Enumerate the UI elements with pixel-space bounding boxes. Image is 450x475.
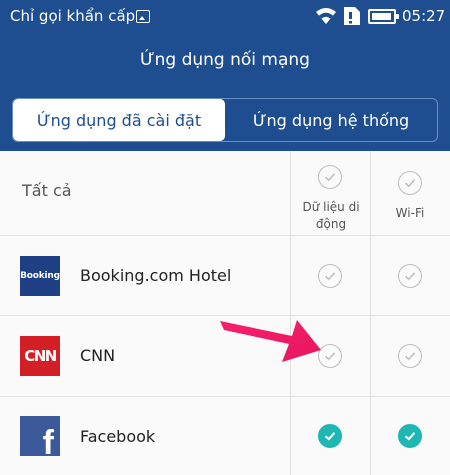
booking-app-icon: Booking [20,256,60,296]
image-notification-icon [136,10,150,23]
mobile-data-column-header: Dữ liệu di động [296,199,366,233]
battery-icon [368,9,399,24]
check-icon [324,352,336,361]
check-icon [404,272,416,281]
facebook-app-icon: f [20,416,60,456]
tab-system-apps[interactable]: Ứng dụng hệ thống [225,99,437,141]
facebook-logo-letter: f [42,424,54,456]
app-row-cnn: CNN CNN [0,316,450,397]
check-icon [324,432,336,441]
app-name: CNN [80,346,116,365]
check-icon [324,173,336,182]
wifi-column-header: Wi-Fi [395,206,425,220]
cnn-wifi-checkbox[interactable] [398,344,422,368]
cnn-app-icon: CNN [20,336,60,376]
tab-installed-apps[interactable]: Ứng dụng đã cài đặt [13,99,225,141]
app-permission-list: Tất cả Dữ liệu di động Wi-Fi Booking Boo… [0,151,450,475]
check-icon [404,179,416,188]
app-row-booking: Booking Booking.com Hotel [0,236,450,316]
wifi-signal-icon [316,8,336,24]
facebook-wifi-checkbox[interactable] [398,424,422,448]
check-icon [404,432,416,441]
page-title: Ứng dụng nối mạng [140,50,310,70]
facebook-mobile-data-checkbox[interactable] [318,424,342,448]
status-time: 05:27 [402,7,446,25]
app-header: Chỉ gọi khẩn cấp 05:27 Ứng dụng nối mạng… [0,0,450,151]
header-row: Tất cả Dữ liệu di động Wi-Fi [0,151,450,236]
mobile-data-caption-line1: Dữ liệu di [302,200,360,214]
booking-wifi-checkbox[interactable] [398,264,422,288]
carrier-text: Chỉ gọi khẩn cấp [10,7,136,25]
status-bar: Chỉ gọi khẩn cấp 05:27 [0,0,450,34]
app-name: Booking.com Hotel [80,266,232,285]
booking-mobile-data-checkbox[interactable] [318,264,342,288]
mobile-data-caption-line2: động [315,217,347,231]
all-label: Tất cả [22,181,72,200]
check-icon [404,352,416,361]
select-all-mobile-data-checkbox[interactable] [318,165,342,189]
cnn-mobile-data-checkbox[interactable] [318,344,342,368]
check-icon [324,272,336,281]
sim-card-icon [344,7,360,25]
app-row-facebook: f Facebook [0,397,450,475]
tab-group: Ứng dụng đã cài đặt Ứng dụng hệ thống [12,98,438,142]
app-name: Facebook [80,427,156,446]
select-all-wifi-checkbox[interactable] [398,171,422,195]
